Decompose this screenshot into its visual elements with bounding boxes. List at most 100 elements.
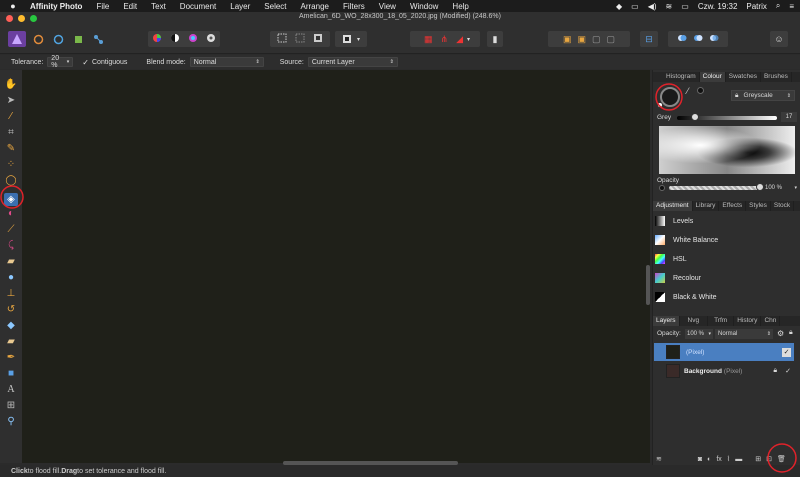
primary-colour-swatch[interactable] [660,87,680,107]
dodge-brush-tool-icon[interactable]: ● [4,271,18,284]
undo-brush-tool-icon[interactable]: ↺ [4,303,18,316]
move-back-one-icon[interactable]: ▣ [577,34,586,45]
chevron-down-icon[interactable]: ▾ [467,36,470,43]
blend-mode-dropdown[interactable]: Normal ⇕ [189,57,264,67]
menu-text[interactable]: Text [151,2,166,11]
live-filter-icon[interactable]: ⌇ [727,455,730,463]
liquify-persona-icon[interactable] [31,31,45,47]
move-to-back-icon[interactable]: ▣ [563,34,572,45]
control-center-icon[interactable]: ≡ [789,2,794,11]
layer-blend-mode-dropdown[interactable]: Normal ⇕ [715,329,773,339]
paint-brush-tool-icon[interactable]: ⟋ [4,223,18,236]
tab-transform[interactable]: Trfm [708,316,735,326]
grid-icon[interactable]: ▦ [424,34,433,45]
menu-file[interactable]: File [96,2,109,11]
tab-stock[interactable]: Stock [771,201,795,211]
layer-stack-icon[interactable]: ≋ [656,455,662,463]
document-canvas[interactable] [22,70,650,463]
rectangle-tool-icon[interactable]: ■ [4,367,18,380]
menu-select[interactable]: Select [264,2,286,11]
auto-contrast-icon[interactable] [170,33,180,45]
wifi-icon[interactable]: ≋ [666,2,673,11]
tab-channels[interactable]: Chn [761,316,781,326]
lock-icon[interactable]: 🔒︎ [773,367,777,375]
export-persona-icon[interactable] [91,31,105,47]
opacity-field[interactable]: 100 % ▾ [765,183,797,193]
invert-selection-icon[interactable] [313,33,323,45]
add-layer-icon[interactable]: ⊡ [766,455,772,463]
text-tool-icon[interactable]: A [4,383,18,396]
move-tool-icon[interactable]: ➤ [4,94,18,107]
gradient-tool-icon[interactable]: ◐ [4,207,18,220]
intersect-boolean-icon[interactable] [709,33,719,45]
flood-select-tool-icon[interactable]: ⁘ [4,158,18,171]
marquee-tool-icon[interactable]: ◯ [4,174,18,187]
layer-visibility-checkbox[interactable]: ✓ [782,347,791,357]
layer-row[interactable]: Background (Pixel) 🔒︎ ✓ [654,362,794,380]
menu-help[interactable]: Help [452,2,468,11]
pen-tool-icon[interactable]: ✒ [4,351,18,364]
layer-opacity-field[interactable]: 100 % ▾ [685,329,713,339]
menubar-user[interactable]: Patrix [746,2,766,11]
battery-icon[interactable]: ▭ [681,2,689,11]
menu-document[interactable]: Document [180,2,216,11]
dropbox-icon[interactable]: ◆ [616,2,622,11]
screen-share-icon[interactable]: ▭ [631,2,639,11]
tab-navigator[interactable]: Nvg [680,316,709,326]
color-replacement-tool-icon[interactable]: ⤹ [4,239,18,252]
account-button[interactable]: ☺ [770,31,788,47]
align-button[interactable]: ⊟ [640,31,658,47]
zoom-tool-icon[interactable]: ⚲ [4,415,18,428]
tab-histogram[interactable]: Histogram [663,72,700,82]
tab-effects[interactable]: Effects [719,201,747,211]
snapping-icon[interactable]: ⋔ [441,34,449,45]
source-dropdown[interactable]: Current Layer ⇕ [307,57,398,67]
deselect-icon[interactable] [295,33,305,45]
layer-settings-icon[interactable]: ⚙ [777,329,784,338]
menu-view[interactable]: View [379,2,396,11]
adjustment-item-black-white[interactable]: Black & White [655,288,799,306]
move-forward-one-icon[interactable]: ▢ [592,34,601,45]
colour-picker-icon[interactable]: ⁄ [687,86,689,96]
blur-brush-tool-icon[interactable]: ◆ [4,319,18,332]
develop-persona-icon[interactable] [51,31,65,47]
mesh-warp-tool-icon[interactable]: ⊞ [4,399,18,412]
color-picker-tool-icon[interactable]: ⁄ [4,110,18,123]
menubar-clock[interactable]: Czw. 19:32 [698,2,738,11]
adjustment-item-hsl[interactable]: HSL [655,250,799,268]
menu-filters[interactable]: Filters [343,2,365,11]
add-boolean-icon[interactable] [677,33,687,45]
delete-layer-icon[interactable]: 🗑︎ [777,455,786,463]
menu-arrange[interactable]: Arrange [301,2,329,11]
tab-swatches[interactable]: Swatches [726,72,761,82]
view-tool-icon[interactable]: ✋ [4,78,18,91]
tab-adjustment[interactable]: Adjustment [653,201,693,211]
flood-fill-tool-icon[interactable]: ◈ [4,193,18,206]
auto-colour-icon[interactable] [152,33,162,45]
crop-tool-icon[interactable]: ⌗ [4,126,18,139]
layer-row[interactable]: (Pixel) ✓ [654,343,794,361]
colour-spectrum-area[interactable] [659,126,795,174]
photo-persona-icon[interactable] [8,31,26,47]
subtract-boolean-icon[interactable] [693,33,703,45]
contiguous-checkbox[interactable]: ✓ Contiguous [82,58,127,67]
layer-visibility-checkbox[interactable]: ✓ [785,367,791,375]
add-mask-icon[interactable]: ◙ [698,456,702,463]
selection-brush-tool-icon[interactable]: ✎ [4,142,18,155]
tolerance-field[interactable]: 20 % ▾ [47,55,74,69]
layer-lock-icon[interactable]: 🔒︎ [789,329,793,337]
menu-window[interactable]: Window [410,2,438,11]
colour-mode-dropdown[interactable]: 🔒︎ Greyscale ⇕ [731,90,795,101]
tab-brushes[interactable]: Brushes [761,72,792,82]
opacity-slider-handle[interactable] [756,183,764,191]
move-to-front-icon[interactable]: ▢ [607,34,616,45]
grey-slider-handle[interactable] [691,113,699,121]
healing-brush-tool-icon[interactable]: ▰ [4,335,18,348]
tab-styles[interactable]: Styles [746,201,771,211]
menu-edit[interactable]: Edit [123,2,137,11]
adjustment-item-white-balance[interactable]: White Balance [655,231,799,249]
adjustment-item-recolour[interactable]: Recolour [655,269,799,287]
canvas-vertical-scrollbar[interactable] [646,265,650,305]
adjustment-layer-icon[interactable]: ◐ [707,456,711,463]
search-icon[interactable]: ⌕ [776,1,780,11]
